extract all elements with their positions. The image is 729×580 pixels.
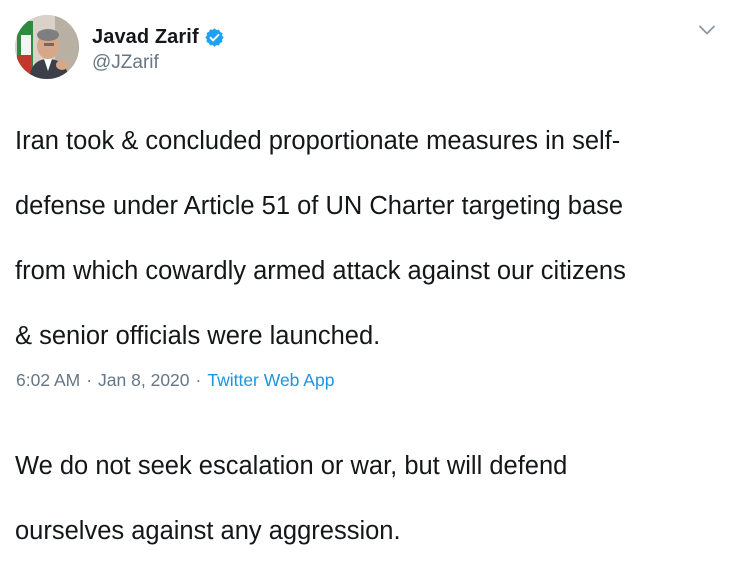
chevron-down-icon[interactable] (697, 23, 717, 37)
display-name-row: Javad Zarif (92, 24, 225, 50)
user-block: Javad Zarif @JZarif (92, 24, 225, 74)
tweet-header: Javad Zarif @JZarif (15, 15, 715, 79)
meta-separator: · (195, 370, 202, 390)
tweet-line: from which cowardly armed attack against… (15, 256, 626, 285)
tweet-line: We do not seek escalation or war, but wi… (15, 451, 568, 480)
avatar-photo (15, 15, 79, 79)
user-handle[interactable]: @JZarif (92, 52, 225, 74)
tweet-time[interactable]: 6:02 AM (16, 370, 80, 391)
tweet-card: Javad Zarif @JZarif Iran took & conclude… (0, 0, 729, 545)
tweet-line: Iran took & concluded proportionate meas… (15, 126, 621, 155)
tweet-text: Iran took & concluded proportionate meas… (15, 92, 720, 580)
verified-badge-icon (204, 27, 225, 48)
tweet-date[interactable]: Jan 8, 2020 (98, 370, 189, 391)
avatar[interactable] (15, 15, 79, 79)
tweet-line: defense under Article 51 of UN Charter t… (15, 191, 624, 220)
tweet-meta: 6:02 AM · Jan 8, 2020 · Twitter Web App (16, 370, 334, 391)
meta-separator: · (86, 370, 93, 390)
tweet-line: ourselves against any aggression. (15, 516, 401, 545)
tweet-source-link[interactable]: Twitter Web App (207, 370, 334, 391)
display-name[interactable]: Javad Zarif (92, 26, 199, 49)
tweet-line: & senior officials were launched. (15, 321, 381, 350)
